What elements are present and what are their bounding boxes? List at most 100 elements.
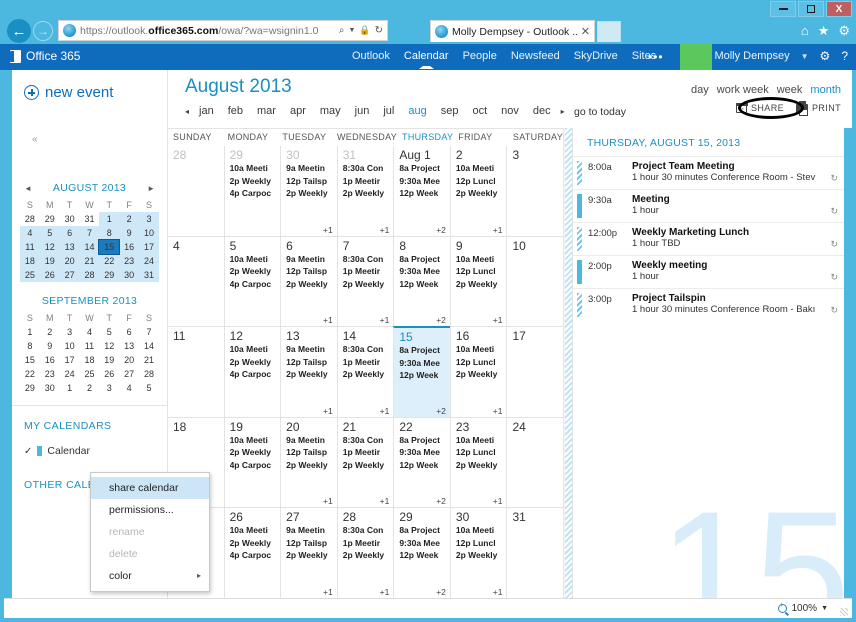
month-day-cell[interactable]: 88a Project9:30a Meе12p Week+2 [393, 237, 450, 327]
more-events-link[interactable]: +2 [436, 225, 446, 235]
mini-calendar-day[interactable]: 25 [80, 367, 100, 381]
calendar-event[interactable]: 12p Week [399, 278, 446, 291]
check-icon[interactable]: ✓ [24, 446, 32, 457]
zoom-dropdown-icon[interactable]: ▼ [821, 605, 828, 612]
month-mar[interactable]: mar [250, 105, 283, 117]
mini-calendar-day[interactable]: 31 [139, 268, 159, 282]
calendar-event[interactable]: 12p Luncl [456, 265, 503, 278]
view-month[interactable]: month [810, 84, 841, 96]
mini-calendar-day[interactable]: 6 [60, 226, 80, 240]
mini-calendar-day[interactable]: 23 [40, 367, 60, 381]
mini-calendar-day[interactable]: 21 [80, 254, 100, 268]
mini-calendar-day[interactable]: 4 [119, 381, 139, 395]
month-day-cell[interactable]: 210a Meeti12p Luncl2p Weeklу+1 [450, 146, 507, 236]
browser-settings-icon[interactable]: ⚙ [838, 23, 850, 39]
calendar-event[interactable]: 8a Project [399, 162, 446, 175]
mini-calendar-day[interactable]: 22 [20, 367, 40, 381]
mini-calendar-day[interactable]: 17 [139, 240, 159, 254]
month-day-cell[interactable]: 3 [506, 146, 563, 236]
calendar-event[interactable]: 10a Meeti [230, 253, 277, 266]
calendar-event[interactable]: 12p Luncl [456, 537, 503, 550]
month-day-cell[interactable]: 910a Meeti12p Luncl2p Weeklу+1 [450, 237, 507, 327]
month-sep[interactable]: sep [434, 105, 466, 117]
calendar-event[interactable]: 10a Meeti [230, 524, 277, 537]
month-day-cell[interactable]: 288:30a Con1p Meetir2p Weeklу+1 [337, 508, 394, 598]
calendar-event[interactable]: 12p Tailsр [286, 175, 333, 188]
suite-nav-calendar[interactable]: Calendar [404, 50, 449, 69]
calendar-event[interactable]: 12p Tailsр [286, 265, 333, 278]
mini-calendar-day[interactable]: 26 [99, 367, 119, 381]
calendar-event[interactable]: 9:30a Meе [399, 175, 446, 188]
share-button[interactable]: SHARE [736, 103, 784, 113]
calendar-event[interactable]: 8a Project [399, 344, 446, 357]
month-aug[interactable]: aug [401, 105, 433, 117]
calendar-event[interactable]: 2p Weeklу [343, 459, 390, 472]
calendar-event[interactable]: 12p Week [399, 459, 446, 472]
mini-calendar-day[interactable]: 19 [40, 254, 60, 268]
mini-calendar-day[interactable]: 16 [119, 240, 139, 254]
mini-calendar-day[interactable]: 20 [60, 254, 80, 268]
calendar-event[interactable]: 1p Meetir [343, 265, 390, 278]
month-day-cell[interactable]: 228a Project9:30a Meе12p Week+2 [393, 418, 450, 508]
calendar-event[interactable]: 10a Meeti [456, 253, 503, 266]
mini-calendar-day[interactable]: 4 [80, 325, 100, 339]
calendar-event[interactable]: 8a Project [399, 253, 446, 266]
calendar-scrollbar[interactable] [563, 128, 572, 598]
more-events-link[interactable]: +1 [380, 406, 390, 416]
mini-calendar-day[interactable]: 1 [60, 381, 80, 395]
calendar-event[interactable]: 8a Project [399, 434, 446, 447]
resize-grip[interactable] [840, 608, 848, 616]
calendar-event[interactable]: 1p Meetir [343, 356, 390, 369]
mini-calendar-day[interactable]: 10 [60, 339, 80, 353]
mini-calendar-day[interactable]: 9 [119, 226, 139, 240]
mini-calendar-day[interactable]: 1 [99, 212, 119, 226]
more-events-link[interactable]: +1 [380, 225, 390, 235]
mini-calendar-day[interactable]: 5 [40, 226, 60, 240]
new-tab-button[interactable] [597, 21, 621, 42]
mini-calendar-day[interactable]: 22 [99, 254, 119, 268]
calendar-event[interactable]: 2p Weeklу [230, 175, 277, 188]
calendar-event[interactable]: 9a Meetin [286, 524, 333, 537]
month-day-cell[interactable]: 298a Project9:30a Meе12p Week+2 [393, 508, 450, 598]
user-name[interactable]: Molly Dempsey [714, 50, 789, 62]
mini-calendar-day[interactable]: 2 [80, 381, 100, 395]
more-events-link[interactable]: +1 [380, 587, 390, 597]
go-to-today-button[interactable]: go to today [574, 106, 626, 118]
calendar-event[interactable]: 2p Weeklу [343, 278, 390, 291]
mini-calendar-day[interactable]: 27 [119, 367, 139, 381]
more-events-link[interactable]: +1 [323, 496, 333, 506]
mini-calendar-day[interactable]: 3 [139, 212, 159, 226]
calendar-event[interactable]: 8:30a Con [343, 524, 390, 537]
mini-calendar-day[interactable]: 28 [139, 367, 159, 381]
month-day-cell[interactable]: 148:30a Con1p Meetir2p Weeklу+1 [337, 327, 394, 417]
calendar-event[interactable]: 2p Weeklу [230, 446, 277, 459]
month-day-cell[interactable]: 1910a Meeti2p Weeklу4p Carpoс [224, 418, 281, 508]
month-jun[interactable]: jun [348, 105, 377, 117]
mini-calendar-day[interactable]: 29 [20, 381, 40, 395]
month-day-cell[interactable]: 10 [506, 237, 563, 327]
month-apr[interactable]: apr [283, 105, 313, 117]
mini-calendar-day[interactable]: 23 [119, 254, 139, 268]
mini-calendar-day[interactable]: 15 [20, 353, 40, 367]
mini-calendar-day[interactable]: 10 [139, 226, 159, 240]
month-day-cell[interactable]: 209a Meetin12p Tailsр2p Weeklу+1 [280, 418, 337, 508]
month-oct[interactable]: oct [465, 105, 494, 117]
agenda-item[interactable]: 8:00aProject Team Meeting1 hour 30 minut… [573, 156, 844, 189]
more-events-link[interactable]: +1 [323, 225, 333, 235]
calendar-event[interactable]: 2p Weeklу [456, 368, 503, 381]
month-day-cell[interactable]: 11 [168, 327, 224, 417]
suite-nav-more-icon[interactable]: ••• [648, 50, 664, 64]
next-year-icon[interactable]: ▸ [558, 107, 568, 116]
month-day-cell[interactable]: 318:30a Con1p Meetir2p Weeklу+1 [337, 146, 394, 236]
mini-calendar-day[interactable]: 11 [20, 240, 40, 254]
calendar-event[interactable]: 12p Tailsр [286, 537, 333, 550]
month-day-cell[interactable]: 4 [168, 237, 224, 327]
mini-calendar-day[interactable]: 6 [119, 325, 139, 339]
calendar-event[interactable]: 1p Meetir [343, 175, 390, 188]
month-feb[interactable]: feb [221, 105, 250, 117]
view-week[interactable]: week [777, 84, 803, 96]
calendar-event[interactable]: 2p Weeklу [456, 549, 503, 562]
calendar-event[interactable]: 8:30a Con [343, 434, 390, 447]
calendar-event[interactable]: 8a Project [399, 524, 446, 537]
calendar-event[interactable]: 4p Carpoс [230, 278, 277, 291]
